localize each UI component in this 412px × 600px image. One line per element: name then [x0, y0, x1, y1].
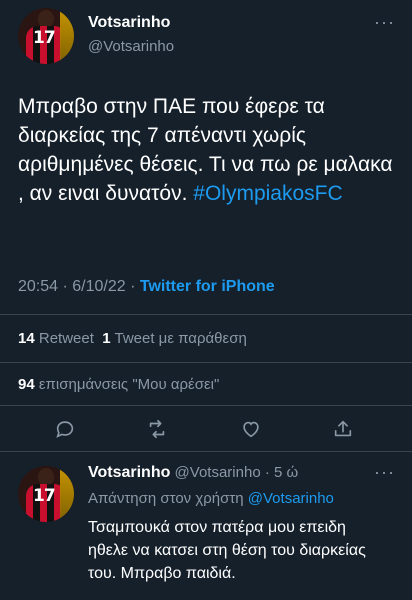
retweet-count: 14 [18, 330, 35, 347]
tweet-source-link[interactable]: Twitter for iPhone [140, 278, 275, 295]
reply-header: Votsarinho @Votsarinho · 5 ώ [88, 464, 298, 482]
reply-author-name[interactable]: Votsarinho [88, 464, 170, 481]
divider [0, 362, 412, 363]
tweet-timestamp[interactable]: 20:54 · 6/10/22 · [18, 278, 140, 295]
reply-avatar-jersey-number: 17 [33, 486, 56, 506]
like-label: επισημάνσεις "Μου αρέσει" [38, 376, 220, 393]
divider [0, 314, 412, 315]
reply-more-options-icon[interactable]: ··· [374, 462, 395, 483]
avatar[interactable]: 17 [18, 8, 74, 64]
like-stats[interactable]: 94 επισημάνσεις "Μου αρέσει" [18, 376, 219, 393]
author-name[interactable]: Votsarinho [88, 14, 170, 32]
heart-icon[interactable] [240, 418, 266, 444]
reply-timestamp[interactable]: · 5 ώ [265, 464, 298, 481]
quote-count: 1 [102, 330, 111, 347]
author-handle[interactable]: @Votsarinho [88, 38, 174, 55]
reply-tweet[interactable]: 17 Votsarinho @Votsarinho · 5 ώ ··· Απάν… [0, 452, 412, 600]
tweet-actions [0, 418, 412, 444]
reply-text: Τσαμπουκά στον πατέρα μου επειδη ηθελε ν… [88, 519, 366, 582]
main-tweet: 17 Votsarinho @Votsarinho ··· Μπραβο στη… [0, 0, 412, 452]
comment-icon[interactable] [54, 418, 80, 444]
tweet-metadata: 20:54 · 6/10/22 · Twitter for iPhone [18, 278, 275, 296]
like-count: 94 [18, 376, 35, 393]
reply-author-handle[interactable]: @Votsarinho [175, 464, 261, 481]
reply-avatar[interactable]: 17 [18, 466, 74, 522]
quote-label: Tweet με παράθεση [114, 330, 247, 347]
share-icon[interactable] [332, 418, 358, 444]
replying-to-label: Απάντηση στον χρήστη [88, 490, 244, 507]
retweet-icon[interactable] [146, 418, 172, 444]
replying-to: Απάντηση στον χρήστη @Votsarinho [88, 490, 334, 507]
hashtag-link[interactable]: #OlympiakosFC [193, 182, 342, 205]
replying-to-handle[interactable]: @Votsarinho [248, 490, 334, 507]
retweet-stats[interactable]: 14 Retweet 1 Tweet με παράθεση [18, 330, 247, 347]
retweet-label: Retweet [38, 330, 94, 347]
more-options-icon[interactable]: ··· [374, 12, 395, 33]
divider [0, 405, 412, 406]
tweet-text: Μπραβο στην ΠΑΕ που έφερε τα διαρκείας τ… [18, 92, 398, 208]
avatar-jersey-number: 17 [33, 28, 56, 48]
